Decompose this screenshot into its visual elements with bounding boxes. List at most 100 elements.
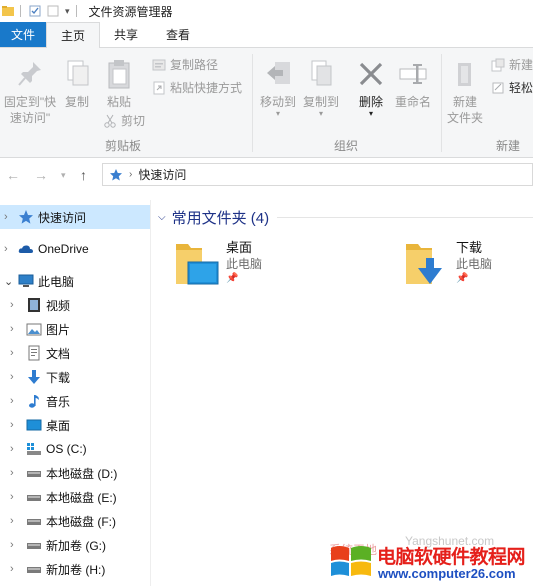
tab-file[interactable]: 文件	[0, 22, 46, 47]
quick-access-star-icon	[110, 168, 122, 180]
sidebar-item-drive-h[interactable]: › 新加卷 (H:)	[0, 557, 150, 581]
copy-to-button[interactable]: 复制到 ▾	[300, 58, 342, 118]
expand-chevron-icon[interactable]: ›	[10, 539, 20, 551]
group-separator	[252, 54, 253, 152]
sidebar-item-label: 快速访问	[38, 210, 87, 225]
ribbon-tabs: 文件 主页 共享 查看	[0, 22, 533, 48]
toolbar-separator	[75, 5, 77, 17]
sidebar-item-label: 文档	[46, 346, 71, 361]
expand-chevron-icon[interactable]: ›	[10, 467, 20, 479]
copy-path-button[interactable]: 复制路径	[152, 56, 218, 73]
section-header[interactable]: ⌵ 常用文件夹 (4)	[158, 207, 269, 228]
pin-icon	[18, 62, 41, 86]
copy-button[interactable]: 复制	[61, 58, 93, 110]
up-arrow-icon[interactable]: ↑	[80, 167, 87, 183]
properties-icon[interactable]	[29, 5, 41, 17]
expand-chevron-icon[interactable]: ›	[10, 491, 20, 503]
sidebar-item-os-c[interactable]: › OS (C:)	[0, 437, 150, 461]
sidebar-item-drive-e[interactable]: › 本地磁盘 (E:)	[0, 485, 150, 509]
cut-button[interactable]: 剪切	[103, 112, 145, 129]
chevron-down-icon: ⌵	[158, 212, 166, 223]
drive-icon	[27, 567, 41, 573]
expand-chevron-icon[interactable]: ›	[10, 515, 20, 527]
sidebar-item-label: 新加卷 (H:)	[46, 562, 106, 577]
folder-name: 桌面	[226, 240, 253, 255]
navigation-pane: › 快速访问 › OneDrive ⌄ 此电脑 › 视频 › 图片 › 文档 ›…	[0, 200, 150, 586]
copy-to-label: 复制到	[302, 95, 339, 109]
folder-item-desktop[interactable]: 桌面 此电脑 📌	[174, 240, 262, 286]
expand-chevron-icon[interactable]: ›	[10, 299, 20, 311]
back-arrow-icon[interactable]: ←	[6, 167, 20, 183]
watermark: Yangshunet.com 系统天地 电脑软硬件教程网 www.compute…	[325, 530, 533, 586]
delete-button[interactable]: 删除 ▾	[352, 58, 390, 118]
document-icon	[28, 345, 40, 361]
expand-chevron-icon[interactable]: ›	[10, 563, 20, 575]
folder-item-downloads[interactable]: 下载 此电脑 📌	[404, 240, 492, 286]
pane-divider[interactable]	[150, 200, 151, 586]
music-icon	[29, 395, 39, 408]
expand-chevron-icon[interactable]: ›	[10, 419, 20, 431]
customize-dropdown-icon[interactable]: ▾	[65, 6, 70, 17]
desktop-icon	[26, 419, 42, 431]
sidebar-item-music[interactable]: › 音乐	[0, 389, 150, 413]
tab-home[interactable]: 主页	[46, 22, 101, 48]
content-pane: ⌵ 常用文件夹 (4) 桌面 此电脑 📌 下载 此电脑 📌	[152, 200, 533, 586]
paste-shortcut-button[interactable]: 粘贴快捷方式	[152, 79, 242, 96]
sidebar-item-label: 本地磁盘 (E:)	[46, 490, 117, 505]
expand-chevron-icon[interactable]: ›	[10, 395, 20, 407]
collapse-chevron-icon[interactable]: ⌄	[4, 275, 14, 288]
sidebar-item-quick-access[interactable]: › 快速访问	[0, 205, 150, 229]
forward-arrow-icon[interactable]: →	[34, 167, 48, 183]
tab-view[interactable]: 查看	[152, 22, 204, 47]
sidebar-item-drive-d[interactable]: › 本地磁盘 (D:)	[0, 461, 150, 485]
expand-chevron-icon[interactable]: ›	[4, 211, 14, 223]
move-to-label: 移动到	[259, 95, 296, 109]
folder-icon[interactable]	[2, 5, 14, 17]
new-folder-button[interactable]: 新建 文件夹	[445, 58, 485, 126]
paste-button[interactable]: 粘贴	[103, 58, 135, 110]
sidebar-item-drive-f[interactable]: › 本地磁盘 (F:)	[0, 509, 150, 533]
windows-logo-icon	[331, 546, 371, 576]
drive-icon	[27, 519, 41, 525]
pin-to-quick-access-button[interactable]: 固定到"快速访问"	[0, 58, 60, 126]
chevron-down-icon: ▾	[275, 109, 280, 118]
cloud-icon	[18, 245, 33, 253]
rename-button[interactable]: 重命名	[393, 58, 433, 110]
new-item-button[interactable]: 新建	[491, 56, 533, 73]
sidebar-item-videos[interactable]: › 视频	[0, 293, 150, 317]
sidebar-item-desktop[interactable]: › 桌面	[0, 413, 150, 437]
copy-path-icon	[152, 59, 166, 70]
cut-label: 剪切	[121, 114, 146, 128]
expand-chevron-icon[interactable]: ›	[10, 347, 20, 359]
expand-chevron-icon[interactable]: ›	[10, 323, 20, 335]
breadcrumb-location[interactable]: 快速访问	[138, 166, 186, 183]
folder-location: 此电脑	[226, 257, 263, 271]
new-folder-icon[interactable]	[47, 5, 59, 17]
sidebar-item-pictures[interactable]: › 图片	[0, 317, 150, 341]
copy-to-icon	[311, 60, 332, 86]
rename-label: 重命名	[394, 95, 431, 109]
watermark-url: www.computer26.com	[378, 566, 516, 581]
easy-access-icon	[492, 82, 504, 93]
address-bar[interactable]: › 快速访问	[102, 163, 533, 186]
sidebar-item-downloads[interactable]: › 下载	[0, 365, 150, 389]
tab-share[interactable]: 共享	[100, 22, 152, 47]
rename-icon	[399, 64, 427, 84]
drive-icon	[27, 543, 41, 549]
sidebar-item-documents[interactable]: › 文档	[0, 341, 150, 365]
easy-access-button[interactable]: 轻松	[491, 79, 533, 96]
expand-chevron-icon[interactable]: ›	[10, 443, 20, 455]
expand-chevron-icon[interactable]: ›	[10, 371, 20, 383]
move-to-button[interactable]: 移动到 ▾	[257, 58, 299, 118]
sidebar-item-onedrive[interactable]: › OneDrive	[0, 237, 150, 261]
paste-icon	[108, 60, 130, 89]
sidebar-item-this-pc[interactable]: ⌄ 此电脑	[0, 269, 150, 293]
breadcrumb-separator[interactable]: ›	[129, 169, 132, 180]
recent-locations-chevron-icon[interactable]: ▾	[61, 170, 66, 181]
sidebar-item-drive-g[interactable]: › 新加卷 (G:)	[0, 533, 150, 557]
expand-chevron-icon[interactable]: ›	[4, 243, 14, 255]
folder-location: 此电脑	[456, 257, 493, 271]
new-folder-label: 新建 文件夹	[446, 95, 483, 125]
star-icon	[19, 210, 33, 224]
computer-icon	[18, 274, 34, 287]
